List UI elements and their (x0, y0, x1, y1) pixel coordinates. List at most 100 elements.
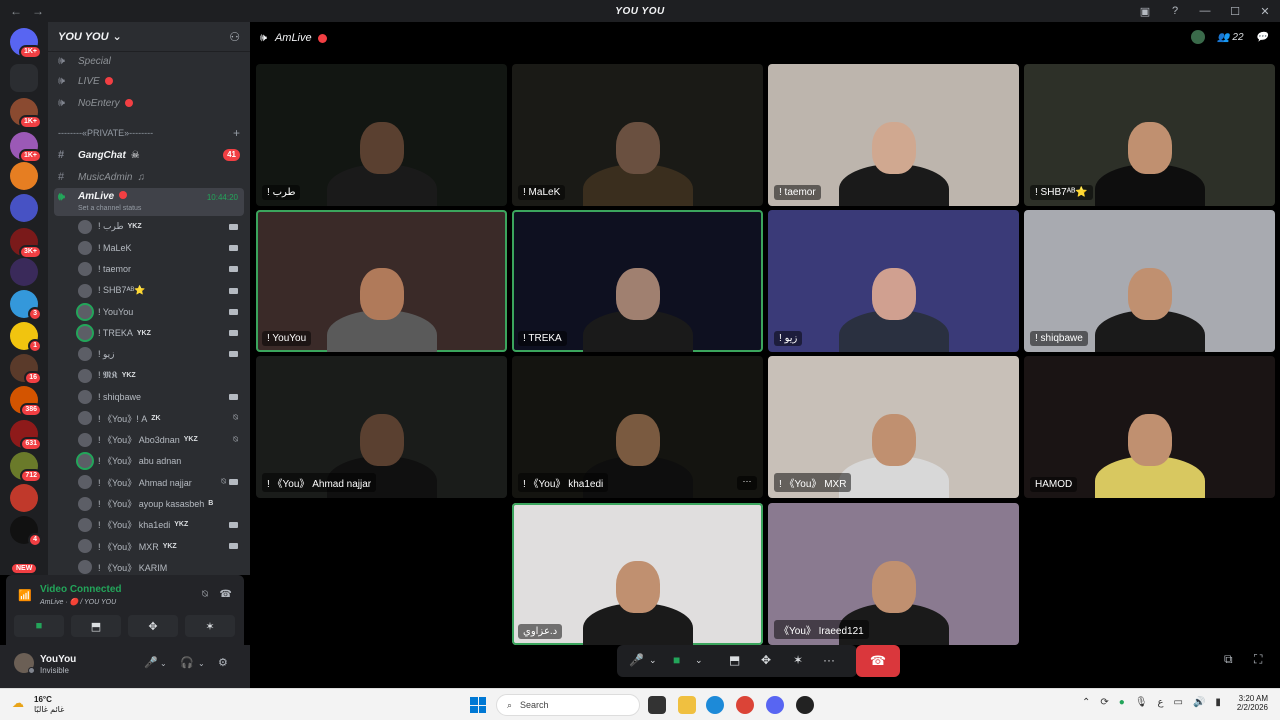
channel-special[interactable]: 🕪 Special (48, 52, 250, 70)
screenshare-button[interactable]: ⬒ (71, 615, 121, 637)
video-tile[interactable]: ! طرب (256, 64, 507, 206)
participants-button[interactable]: 👥 22 (1217, 32, 1243, 43)
voice-user[interactable]: ! TREKA YKZ (48, 322, 250, 343)
server-header[interactable]: YOU YOU ⌄ ⚇ (48, 22, 250, 52)
channel-gangchat[interactable]: # GangChat ☠ 41 (48, 144, 250, 166)
server-icon[interactable]: 3K+ (10, 228, 42, 259)
voice-user[interactable]: ! MaLeK (48, 237, 250, 258)
server-icon[interactable]: 712 (10, 452, 42, 483)
voice-user[interactable]: ! shiqbawe (48, 386, 250, 407)
file-explorer-icon[interactable] (678, 696, 696, 714)
channel-live[interactable]: 🕪 LIVE (48, 70, 250, 92)
sync-icon[interactable]: ⟳ (1100, 697, 1108, 708)
video-tile[interactable]: ! shiqbawe (1024, 210, 1275, 352)
volume-icon[interactable]: 🔊 (1193, 697, 1205, 708)
chevron-down-icon[interactable]: ⌄ (649, 655, 657, 666)
voice-user[interactable]: ! طرب YKZ (48, 216, 250, 237)
app-tray-icon[interactable]: ● (1119, 697, 1125, 708)
noise-suppression-icon[interactable]: ⍉ (202, 589, 208, 600)
server-icon[interactable]: 386 (10, 386, 42, 417)
server-icon[interactable]: 631 (10, 420, 42, 451)
chevron-down-icon[interactable]: ⌄ (695, 655, 703, 666)
server-icon[interactable] (10, 484, 38, 512)
mic-icon[interactable]: 🎙 (1135, 697, 1148, 708)
server-icon[interactable]: 1 (10, 322, 42, 353)
voice-user[interactable]: ! 《You》 MXR YKZ (48, 535, 250, 556)
voice-user[interactable]: ! 《You》 Ahmad najjar ⍉ (48, 472, 250, 493)
start-button[interactable] (470, 697, 486, 713)
voice-channel-path[interactable]: AmLive · 🔴 / YOU YOU (40, 598, 116, 606)
headphones-icon[interactable]: 🎧 (180, 656, 194, 669)
server-icon[interactable]: 4 (10, 516, 42, 547)
voice-user[interactable]: ! 《You》 Abo3dnan YKZ ⍉ (48, 429, 250, 450)
minimize-button[interactable]: — (1190, 5, 1220, 17)
signal-icon[interactable]: 📶 (18, 589, 32, 602)
display-icon[interactable]: ▭ (1174, 697, 1183, 708)
server-icon[interactable] (10, 162, 38, 190)
voice-user[interactable]: ! SHB7ᴬᴮ⭐ (48, 280, 250, 301)
video-tile[interactable]: د.عزاوي (512, 503, 763, 645)
video-tile[interactable]: ! taemor (768, 64, 1019, 206)
channel-musicadmin[interactable]: # MusicAdmin ♫ (48, 166, 250, 188)
voice-user[interactable]: ! taemor (48, 259, 250, 280)
chevron-up-icon[interactable]: ⌃ (1082, 697, 1090, 708)
taskbar-search[interactable]: ⌕ Search (496, 694, 640, 716)
screenshare-icon[interactable]: ⬒ (729, 653, 740, 667)
settings-gear-icon[interactable]: ⚙ (218, 656, 228, 669)
chevron-down-icon[interactable]: ⌄ (160, 659, 167, 668)
inbox-icon[interactable]: ▣ (1130, 5, 1160, 18)
username[interactable]: YouYou (40, 654, 76, 665)
voice-user[interactable]: ! 《You》 KARIM (48, 557, 250, 575)
voice-user[interactable]: ! 《You》 ayoup kasasbeh B (48, 493, 250, 514)
fullscreen-icon[interactable]: ⛶ (1254, 652, 1262, 667)
server-icon[interactable]: 3 (10, 290, 42, 321)
close-button[interactable]: ✕ (1250, 5, 1280, 18)
chrome-icon[interactable] (736, 696, 754, 714)
server-icon[interactable] (10, 258, 38, 286)
activities-button[interactable]: ✥ (128, 615, 178, 637)
video-tile[interactable]: HAMOD (1024, 356, 1275, 498)
video-tile[interactable]: ! MaLeK (512, 64, 763, 206)
channel-noentery[interactable]: 🕪 NoEntery (48, 92, 250, 114)
channel-status[interactable]: Set a channel status (78, 205, 141, 212)
voice-user[interactable]: ! زيو (48, 344, 250, 365)
mic-icon[interactable]: 🎤 (144, 656, 158, 669)
battery-icon[interactable]: ▮ (1215, 697, 1221, 708)
camera-icon[interactable]: ■ (673, 653, 680, 667)
chevron-down-icon[interactable]: ⌄ (198, 659, 205, 668)
voice-status[interactable]: Video Connected (40, 584, 122, 595)
taskbar-clock[interactable]: 3:20 AM 2/2/2026 (1228, 694, 1268, 712)
soundboard-button[interactable]: ✶ (185, 615, 235, 637)
disconnect-icon[interactable]: ☎ (220, 589, 232, 600)
discord-icon[interactable] (766, 696, 784, 714)
add-user-icon[interactable]: ⚇ (229, 30, 240, 44)
video-tile[interactable]: ! 《You》 Ahmad najjar (256, 356, 507, 498)
channel-amlive[interactable]: 🕪 AmLive 10:44:20 Set a channel status (54, 188, 244, 216)
voice-user[interactable]: ! 《You》 abu adnan (48, 450, 250, 471)
soundboard-icon[interactable]: ✶ (793, 653, 803, 667)
video-tile[interactable]: ! SHB7ᴬᴮ⭐ (1024, 64, 1275, 206)
more-options-icon[interactable]: ··· (823, 653, 835, 667)
task-view-icon[interactable] (648, 696, 666, 714)
mic-icon[interactable]: 🎤 (629, 653, 644, 667)
hangup-button[interactable]: ☎ (856, 645, 900, 677)
server-icon[interactable]: 16 (10, 354, 42, 385)
activities-icon[interactable]: ✥ (761, 653, 771, 667)
maximize-button[interactable]: ☐ (1220, 5, 1250, 18)
chat-icon[interactable]: 💬 (1256, 32, 1268, 43)
server-icon[interactable] (10, 194, 38, 222)
more-options-icon[interactable]: ··· (737, 476, 757, 490)
server-icon[interactable]: 1K+ (10, 98, 42, 129)
app-icon[interactable] (796, 696, 814, 714)
home-icon[interactable]: 1K+ (10, 28, 42, 59)
voice-user[interactable]: ! 𝕸𝕶 YKZ (48, 365, 250, 386)
video-tile[interactable]: 《You》 Iraeed121 (768, 503, 1019, 645)
popout-icon[interactable]: ⧉ (1224, 652, 1233, 667)
help-icon[interactable]: ? (1160, 5, 1190, 17)
activity-icon[interactable] (1191, 30, 1206, 44)
voice-user[interactable]: ! YouYou (48, 301, 250, 322)
video-tile[interactable]: ! YouYou (256, 210, 507, 352)
edge-icon[interactable] (706, 696, 724, 714)
video-tile[interactable]: ! زيو (768, 210, 1019, 352)
voice-user[interactable]: ! 《You》! A ZK ⍉ (48, 408, 250, 429)
